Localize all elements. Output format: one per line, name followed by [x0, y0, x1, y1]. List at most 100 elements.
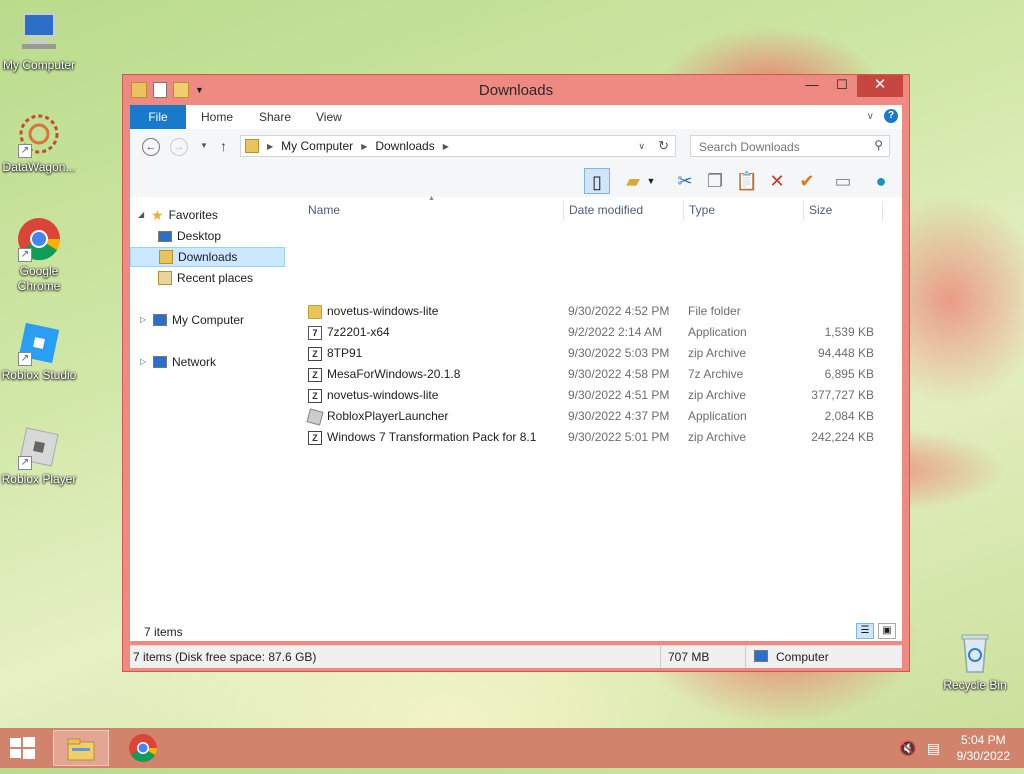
table-row[interactable]: novetus-windows-lite 9/30/2022 4:52 PM F…	[302, 301, 892, 322]
details-bar: 7 items (Disk free space: 87.6 GB) 707 M…	[130, 645, 902, 668]
recent-places-icon	[158, 271, 172, 285]
details-view-icon[interactable]: ☰	[856, 623, 874, 639]
delete-icon[interactable]: ✕	[764, 168, 790, 194]
chevron-right-icon[interactable]: ▶	[443, 142, 449, 151]
roblox-player-icon: ↗	[16, 424, 62, 470]
large-icons-view-icon[interactable]: ▣	[878, 623, 896, 639]
nav-recent-places-label: Recent places	[177, 271, 254, 285]
desktop-icon-label: Google Chrome	[17, 264, 61, 293]
chrome-icon	[129, 734, 157, 762]
window-title: Downloads	[478, 82, 554, 99]
desktop-icon-roblox-studio[interactable]: ↗ Roblox Studio	[0, 320, 78, 383]
taskbar-file-explorer[interactable]	[53, 730, 109, 766]
table-row[interactable]: 7 7z2201-x64 9/2/2022 2:14 AM Application…	[302, 322, 892, 343]
zip-icon: Z	[308, 367, 322, 382]
properties-icon[interactable]: ▭	[830, 168, 856, 194]
navigation-bar: ← → ▼ ↑ ▶ My Computer ▶ Downloads ▶ ∨ ↻ …	[130, 129, 902, 165]
file-name-cell: Znovetus-windows-lite	[308, 385, 438, 406]
maximize-button[interactable]: ☐	[827, 75, 857, 97]
paste-icon[interactable]: 📋	[734, 168, 760, 194]
file-size: 6,895 KB	[824, 367, 874, 381]
nav-favorites[interactable]: ◢ ★ Favorites	[138, 205, 218, 225]
downloads-folder-icon	[245, 139, 259, 153]
recent-locations-dropdown-icon[interactable]: ▼	[200, 141, 208, 150]
nav-recent-places[interactable]: Recent places	[158, 268, 253, 288]
file-name-cell: Z MesaForWindows-20.1.8	[308, 364, 460, 385]
window-controls: — ☐ ✕	[797, 75, 903, 97]
minimize-button[interactable]: —	[797, 75, 827, 97]
address-dropdown-icon[interactable]: ∨	[638, 141, 645, 152]
desktop-icon-google-chrome[interactable]: ↗ Google Chrome	[0, 216, 78, 294]
location-label: Computer	[776, 650, 829, 664]
file-size: 94,448 KB	[817, 346, 874, 360]
status-bar: 7 items ☰ ▣	[130, 621, 902, 641]
search-input[interactable]	[697, 137, 871, 157]
chevron-right-icon[interactable]: ▶	[361, 142, 367, 151]
folder-icon	[308, 304, 322, 319]
copy-icon[interactable]: ❐	[702, 168, 728, 194]
forward-button[interactable]: →	[170, 138, 188, 156]
nav-desktop[interactable]: Desktop	[158, 226, 221, 246]
up-button[interactable]: ↑	[220, 138, 227, 154]
search-box[interactable]: ⚲	[690, 135, 890, 157]
computer-icon	[754, 650, 768, 662]
file-type: Application	[688, 325, 747, 339]
nav-network[interactable]: ▷ Network	[140, 352, 216, 372]
breadcrumb-downloads[interactable]: Downloads	[375, 139, 434, 153]
volume-muted-icon[interactable]: 🔇	[899, 740, 916, 757]
file-name-cell: Z 8TP91	[308, 343, 362, 364]
taskbar-google-chrome[interactable]	[115, 730, 171, 766]
file-name: novetus-windows-lite	[327, 388, 439, 402]
windows-logo-icon	[10, 737, 35, 759]
expand-arrow-icon[interactable]: ◢	[138, 205, 146, 225]
desktop-icon-roblox-player[interactable]: ↗ Roblox Player	[0, 424, 78, 487]
expand-ribbon-icon[interactable]: ∨	[867, 111, 874, 122]
desktop-icon	[158, 230, 172, 242]
close-button[interactable]: ✕	[857, 75, 903, 97]
network-status-icon[interactable]: ▤	[927, 740, 940, 757]
dropdown-arrow-icon[interactable]: ▼	[644, 168, 658, 194]
file-name: 8TP91	[327, 346, 363, 360]
breadcrumb: ▶ My Computer ▶ Downloads ▶	[245, 139, 449, 153]
tab-file[interactable]: File	[130, 105, 186, 129]
nav-my-computer[interactable]: ▷ My Computer	[140, 310, 244, 330]
clock[interactable]: 5:04 PM 9/30/2022	[957, 732, 1010, 764]
folder-options-icon[interactable]: ▰	[620, 168, 646, 194]
back-button[interactable]: ←	[142, 138, 160, 156]
nav-downloads-label: Downloads	[178, 250, 238, 264]
cut-icon[interactable]: ✂	[672, 168, 698, 194]
desktop-icon-recycle-bin[interactable]: Recycle Bin	[936, 630, 1014, 693]
chevron-right-icon[interactable]: ▶	[267, 142, 273, 151]
tab-home[interactable]: Home	[201, 105, 233, 129]
breadcrumb-my-computer[interactable]: My Computer	[281, 139, 353, 153]
title-bar[interactable]: ▼ Downloads — ☐ ✕	[123, 75, 909, 105]
collapsed-arrow-icon[interactable]: ▷	[140, 352, 148, 372]
file-type: File folder	[688, 304, 741, 318]
file-size: 377,727 KB	[811, 388, 874, 402]
preview-pane-icon[interactable]: ▯	[584, 168, 610, 194]
search-icon[interactable]: ⚲	[874, 138, 883, 152]
table-row[interactable]: Z Windows 7 Transformation Pack for 8.1 9…	[302, 427, 892, 448]
clock-date: 9/30/2022	[956, 749, 1010, 763]
table-row[interactable]: Znovetus-windows-lite 9/30/2022 4:51 PM …	[302, 385, 892, 406]
tab-view[interactable]: View	[316, 105, 342, 129]
desktop-icon-datawagon[interactable]: ↗ DataWagon...	[0, 112, 78, 175]
rename-icon[interactable]: ✔	[794, 168, 820, 194]
start-button[interactable]	[8, 736, 38, 760]
tab-share[interactable]: Share	[259, 105, 291, 129]
table-row[interactable]: Z 8TP91 9/30/2022 5:03 PM zip Archive 94,…	[302, 343, 892, 364]
disk-free-space: 7 items (Disk free space: 87.6 GB)	[133, 650, 317, 664]
roblox-icon	[306, 407, 324, 426]
desktop-icon-my-computer[interactable]: My Computer	[0, 10, 78, 73]
nav-downloads[interactable]: Downloads	[130, 247, 285, 267]
collapsed-arrow-icon[interactable]: ▷	[140, 310, 148, 330]
desktop-icon-label: Roblox Player	[1, 472, 77, 486]
table-row[interactable]: Z MesaForWindows-20.1.8 9/30/2022 4:58 PM…	[302, 364, 892, 385]
file-name-cell: RobloxPlayerLauncher	[306, 406, 448, 427]
address-bar[interactable]: ▶ My Computer ▶ Downloads ▶ ∨ ↻	[240, 135, 676, 157]
ribbon-tabs: File Home Share View ∨ ?	[130, 105, 902, 129]
table-row[interactable]: RobloxPlayerLauncher 9/30/2022 4:37 PM A…	[302, 406, 892, 427]
refresh-icon[interactable]: ↻	[658, 138, 669, 154]
help-icon[interactable]: ?	[884, 109, 898, 123]
network-globe-icon[interactable]: ●	[868, 168, 894, 194]
